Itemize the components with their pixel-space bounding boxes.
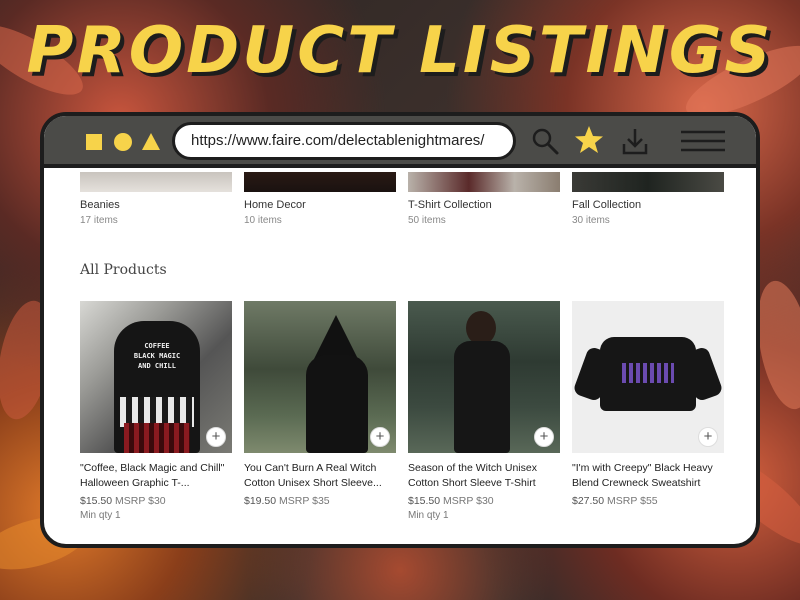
category-name: Home Decor [244,199,306,211]
menu-icon[interactable] [680,129,726,153]
product-card[interactable]: + You Can't Burn A Real Witch Cotton Uni… [244,301,396,510]
product-msrp: MSRP $30 [115,495,166,507]
product-price-row: $19.50 MSRP $35 [244,495,396,507]
product-title[interactable]: "I'm with Creepy" Black Heavy Blend Crew… [572,461,724,491]
product-price: $15.50 [80,495,113,507]
category-count: 10 items [244,215,282,226]
product-card[interactable]: + "I'm with Creepy" Black Heavy Blend Cr… [572,301,724,510]
square-icon[interactable] [86,134,102,150]
category-image [244,172,396,192]
search-icon[interactable] [530,126,560,156]
product-price: $19.50 [244,495,277,507]
download-icon[interactable] [620,126,650,156]
category-count: 50 items [408,215,446,226]
category-image [80,172,232,192]
product-msrp: MSRP $55 [607,495,658,507]
add-to-cart-button[interactable]: + [370,427,390,447]
product-card[interactable]: COFFEE BLACK MAGIC AND CHILL + "Coffee, … [80,301,232,521]
product-image[interactable]: + [244,301,396,453]
product-msrp: MSRP $30 [443,495,494,507]
product-title[interactable]: Season of the Witch Unisex Cotton Short … [408,461,560,491]
product-msrp: MSRP $35 [279,495,330,507]
product-image[interactable]: + [572,301,724,453]
product-min-qty: Min qty 1 [80,510,121,521]
section-title: All Products [80,262,167,278]
product-price-row: $27.50 MSRP $55 [572,495,724,507]
product-price-row: $15.50 MSRP $30 [80,495,232,507]
add-to-cart-button[interactable]: + [534,427,554,447]
page-content: Beanies 17 items Home Decor 10 items T-S… [64,172,736,540]
browser-window: https://www.faire.com/delectablenightmar… [40,112,760,548]
category-image [408,172,560,192]
category-count: 17 items [80,215,118,226]
category-card[interactable]: T-Shirt Collection 50 items [408,172,560,226]
product-price-row: $15.50 MSRP $30 [408,495,560,507]
add-to-cart-button[interactable]: + [206,427,226,447]
address-bar[interactable]: https://www.faire.com/delectablenightmar… [172,122,516,160]
add-to-cart-button[interactable]: + [698,427,718,447]
product-min-qty: Min qty 1 [408,510,449,521]
shirt-print-text: COFFEE BLACK MAGIC AND CHILL [133,342,181,370]
category-card[interactable]: Beanies 17 items [80,172,232,226]
product-title[interactable]: You Can't Burn A Real Witch Cotton Unise… [244,461,396,491]
product-card[interactable]: + Season of the Witch Unisex Cotton Shor… [408,301,560,521]
triangle-icon[interactable] [142,133,160,150]
product-title[interactable]: "Coffee, Black Magic and Chill" Hallowee… [80,461,232,491]
category-image [572,172,724,192]
category-count: 30 items [572,215,610,226]
category-name: Beanies [80,199,120,211]
page-headline: PRODUCT LISTINGS [26,14,774,88]
product-image[interactable]: + [408,301,560,453]
star-icon[interactable] [574,125,604,155]
browser-toolbar: https://www.faire.com/delectablenightmar… [44,116,756,168]
category-name: Fall Collection [572,199,642,211]
product-image[interactable]: COFFEE BLACK MAGIC AND CHILL + [80,301,232,453]
product-price: $15.50 [408,495,441,507]
category-card[interactable]: Fall Collection 30 items [572,172,724,226]
product-price: $27.50 [572,495,605,507]
category-card[interactable]: Home Decor 10 items [244,172,396,226]
circle-icon[interactable] [114,133,132,151]
category-name: T-Shirt Collection [408,199,492,211]
category-row: Beanies 17 items Home Decor 10 items T-S… [80,172,740,242]
